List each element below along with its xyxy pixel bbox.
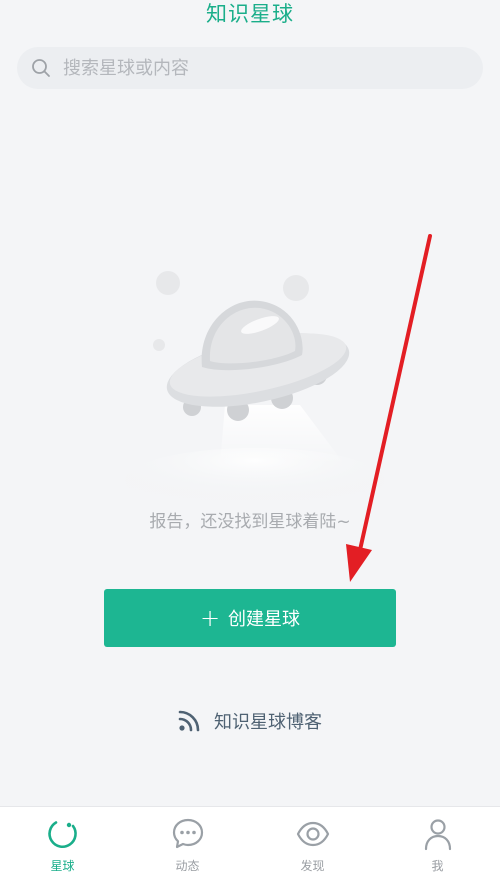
chat-bubble-icon	[172, 818, 203, 849]
search-icon	[32, 59, 50, 77]
ufo-icon	[125, 271, 385, 500]
person-icon	[424, 819, 451, 851]
create-planet-button[interactable]: + 创建星球	[104, 589, 396, 647]
tab-label: 发现	[300, 859, 325, 873]
blog-link-label: 知识星球博客	[214, 712, 322, 733]
rss-icon	[178, 710, 200, 732]
search-bar[interactable]	[17, 47, 483, 89]
tab-label: 我	[431, 859, 444, 873]
plus-icon: +	[199, 604, 221, 632]
tab-label: 星球	[50, 859, 75, 873]
create-planet-label: 创建星球	[228, 609, 301, 630]
bottom-tab-bar: 星球 动态 发现 我	[0, 806, 500, 879]
blog-link[interactable]: 知识星球博客	[0, 708, 500, 734]
page-title: 知识星球	[206, 2, 294, 26]
tab-me[interactable]: 我	[375, 807, 500, 879]
home-screen: 知识星球 搜索星球或内容 报告，还没找到星球着陆~ + 创建星球 知识星球博客 …	[0, 0, 500, 879]
tab-discover[interactable]: 发现	[250, 807, 375, 879]
search-input[interactable]	[63, 47, 463, 89]
tab-feed[interactable]: 动态	[125, 807, 250, 879]
tab-planet[interactable]: 星球	[0, 807, 125, 879]
eye-icon	[296, 821, 329, 847]
tab-label: 动态	[175, 859, 200, 873]
empty-state-message: 报告，还没找到星球着陆~	[149, 512, 351, 532]
planet-icon	[47, 821, 77, 848]
